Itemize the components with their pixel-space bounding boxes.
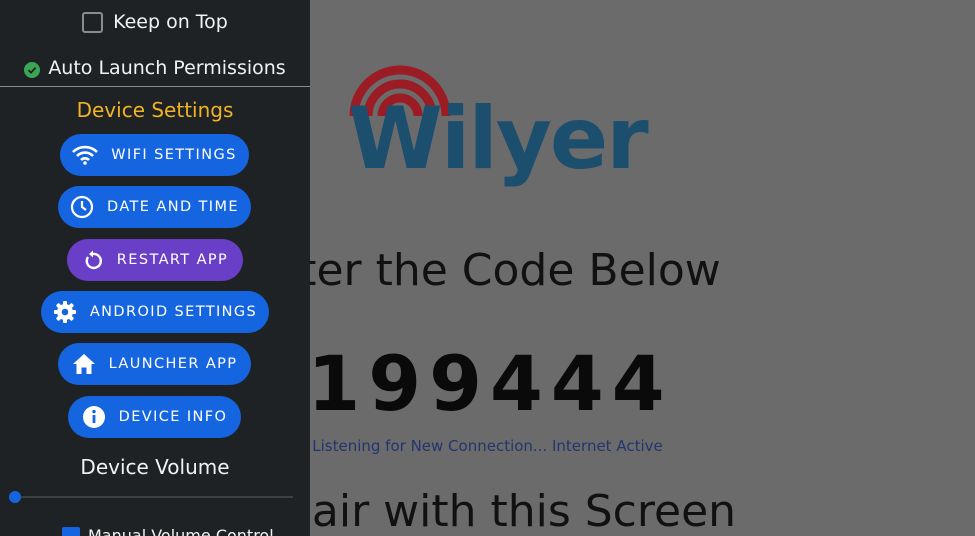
keep-on-top-label: Keep on Top <box>113 11 228 33</box>
device-volume-title: Device Volume <box>80 455 230 479</box>
manual-volume-label: Manual Volume Control <box>88 526 274 536</box>
info-icon <box>82 405 106 429</box>
clock-icon <box>70 195 94 219</box>
device-info-label: DEVICE INFO <box>118 409 228 425</box>
wifi-settings-label: WIFI SETTINGS <box>111 147 237 163</box>
manual-volume-toggle[interactable]: Manual Volume Control <box>62 526 274 536</box>
restart-app-label: RESTART APP <box>116 252 229 268</box>
keep-on-top-checkbox[interactable] <box>82 11 104 33</box>
manual-volume-checkbox[interactable] <box>62 526 80 536</box>
device-info-button[interactable]: DEVICE INFO <box>68 396 241 438</box>
gear-icon <box>53 300 77 324</box>
volume-slider-track[interactable] <box>15 496 293 498</box>
divider <box>0 86 310 87</box>
auto-launch-label: Auto Launch Permissions <box>48 57 286 79</box>
check-circle-icon <box>24 61 41 78</box>
keep-on-top-toggle[interactable]: Keep on Top <box>0 8 310 36</box>
android-settings-label: ANDROID SETTINGS <box>89 304 258 320</box>
restart-icon <box>82 249 104 271</box>
android-settings-button[interactable]: ANDROID SETTINGS <box>41 291 269 333</box>
logo-wordmark: Wilyer <box>348 89 649 189</box>
wifi-icon <box>72 145 99 165</box>
home-icon <box>72 353 96 375</box>
device-settings-title: Device Settings <box>76 98 234 122</box>
auto-launch-permissions[interactable]: Auto Launch Permissions <box>0 54 310 82</box>
launcher-app-button[interactable]: LAUNCHER APP <box>58 343 251 385</box>
launcher-app-label: LAUNCHER APP <box>108 356 238 372</box>
volume-slider-thumb[interactable] <box>9 491 21 503</box>
settings-panel: Keep on Top Auto Launch Permissions Devi… <box>0 0 310 536</box>
restart-app-button[interactable]: RESTART APP <box>67 239 243 281</box>
wifi-settings-button[interactable]: WIFI SETTINGS <box>60 134 249 176</box>
date-time-label: DATE AND TIME <box>107 199 239 215</box>
date-time-button[interactable]: DATE AND TIME <box>58 186 251 228</box>
